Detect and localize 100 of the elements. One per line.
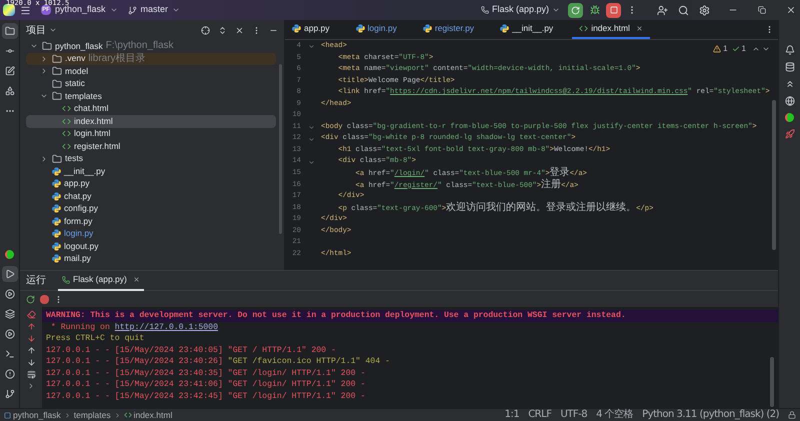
tree-item[interactable]: .venv library根目录 <box>26 52 276 65</box>
rocket-icon[interactable] <box>784 129 794 139</box>
code-brackets-icon <box>579 24 588 33</box>
status-item[interactable]: 1:1 <box>504 410 520 420</box>
tree-item[interactable]: config.py <box>26 202 276 215</box>
branch-selector[interactable]: master <box>128 3 180 17</box>
fold-icon[interactable] <box>308 158 314 166</box>
console-line: 127.0.0.1 - - [15/May/2024 23:42:45] "GET /login/ HTTP/1.1" 200 - <box>45 390 366 402</box>
tree-item[interactable]: static <box>26 78 276 90</box>
chevron-down-icon <box>110 6 118 14</box>
chevrons-up-icon[interactable] <box>784 79 794 89</box>
separator-icon <box>114 412 121 418</box>
settings-icon[interactable] <box>699 4 710 16</box>
status-item[interactable]: CRLF <box>528 410 552 420</box>
path-hint: F:\python_flask <box>106 41 174 52</box>
rerun-icon[interactable] <box>26 294 35 304</box>
next-icon[interactable] <box>762 45 770 53</box>
close-icon[interactable] <box>132 276 140 283</box>
clear-icon[interactable] <box>26 310 36 319</box>
breadcrumb[interactable]: index.html <box>134 408 172 421</box>
file-name: python_flask <box>55 40 103 53</box>
editor-tab[interactable]: app.py <box>285 20 337 39</box>
tree-item[interactable]: __init__.py <box>26 165 276 178</box>
breadcrumb[interactable]: python_flask <box>13 408 61 421</box>
database-icon[interactable] <box>784 62 794 72</box>
soft-wrap-icon[interactable] <box>26 370 36 379</box>
fold-icon[interactable] <box>308 136 314 143</box>
status-item[interactable]: UTF-8 <box>560 410 588 420</box>
tree-item[interactable]: python_flask F:\python_flask <box>26 40 276 52</box>
file-name: register.html <box>74 140 120 153</box>
tree-item[interactable]: index.html <box>26 115 276 128</box>
status-item[interactable]: 4 个空格 <box>596 410 634 420</box>
locate-icon[interactable] <box>201 26 210 34</box>
phone-icon <box>62 276 70 284</box>
tree-item[interactable]: register.html <box>26 140 276 152</box>
globe-icon[interactable] <box>784 96 794 106</box>
tree-item[interactable]: tests <box>26 152 276 165</box>
add-user-icon[interactable] <box>657 4 668 16</box>
file-name: __init__.py <box>64 164 106 178</box>
file-name: app.py <box>64 177 90 190</box>
arrow-up-icon[interactable] <box>26 322 36 331</box>
chevron-down-icon[interactable] <box>49 26 57 34</box>
chevron-down-icon <box>552 6 560 14</box>
menu-icon[interactable] <box>20 4 31 16</box>
console-line: Press CTRL+C to quit <box>45 333 146 344</box>
arrow-down-icon[interactable] <box>26 358 36 367</box>
notifications-icon[interactable] <box>784 45 794 55</box>
tree-item[interactable]: mail.py <box>26 252 276 265</box>
tree-item[interactable]: chat.html <box>26 102 276 115</box>
tree-item[interactable]: login.html <box>26 128 276 140</box>
fold-icon[interactable] <box>308 43 314 50</box>
status-item[interactable]: Python 3.11 (python_flask) (2) <box>642 410 779 420</box>
arrow-down-icon[interactable] <box>26 334 36 343</box>
scrollbar[interactable] <box>770 357 774 407</box>
close-tab-icon[interactable] <box>636 25 643 32</box>
tool-glyph-icon <box>4 86 14 96</box>
project-folder-icon[interactable] <box>2 23 18 39</box>
stop-button[interactable] <box>606 2 621 18</box>
tree-item[interactable]: form.py <box>26 215 276 228</box>
code-brackets-icon <box>124 411 132 419</box>
folder-icon <box>42 41 52 52</box>
collapse-chevron-icon[interactable] <box>40 154 48 163</box>
panel-title: 项目 <box>26 24 46 38</box>
editor-tab[interactable]: __init__.py <box>493 20 560 39</box>
file-name: templates <box>65 90 102 103</box>
tree-item[interactable]: chat.py <box>26 190 276 202</box>
restore-icon[interactable] <box>758 6 766 14</box>
collapse-all-icon[interactable] <box>235 26 244 34</box>
console-line: 127.0.0.1 - - [15/May/2024 23:40:05] "GET / HTTP/1.1" 200 - <box>45 344 337 356</box>
file-name: form.py <box>64 214 92 228</box>
run-config-selector[interactable]: Flask (app.py) <box>480 3 560 17</box>
python-file-icon <box>292 24 301 33</box>
console-line: 127.0.0.1 - - [15/May/2024 23:40:26] "GET /favicon.ico HTTP/1.1" 404 - <box>45 356 391 368</box>
warning-icon <box>713 45 722 53</box>
run-icon[interactable] <box>2 266 18 282</box>
close-icon[interactable] <box>786 5 796 15</box>
tree-item[interactable]: app.py <box>26 178 276 190</box>
previous-icon[interactable] <box>752 45 760 53</box>
tree-item[interactable]: logout.py <box>26 240 276 252</box>
search-icon[interactable] <box>678 4 689 16</box>
fold-icon[interactable] <box>308 124 314 132</box>
tree-item[interactable]: templates <box>26 90 276 102</box>
tree-item[interactable]: model <box>26 65 276 78</box>
breadcrumb[interactable]: templates <box>74 408 111 421</box>
python-file-icon <box>52 216 61 226</box>
arrow-up-icon[interactable] <box>26 346 36 355</box>
expand-all-icon[interactable] <box>218 26 227 34</box>
chevron-right-icon[interactable] <box>27 382 35 390</box>
editor-tab[interactable]: login.py <box>348 20 404 39</box>
editor-tab[interactable]: register.py <box>416 20 482 39</box>
tool-glyph-icon <box>4 289 14 299</box>
collapse-chevron-icon[interactable] <box>40 54 48 63</box>
collapse-chevron-icon[interactable] <box>40 67 48 76</box>
scrollbar[interactable] <box>772 100 776 250</box>
lock-icon[interactable] <box>788 411 796 419</box>
editor-tab[interactable]: index.html <box>572 20 650 39</box>
check-icon <box>732 45 740 53</box>
tree-item[interactable]: login.py <box>26 228 276 240</box>
rerun-button[interactable] <box>568 2 583 18</box>
scrollbar[interactable] <box>279 64 282 234</box>
